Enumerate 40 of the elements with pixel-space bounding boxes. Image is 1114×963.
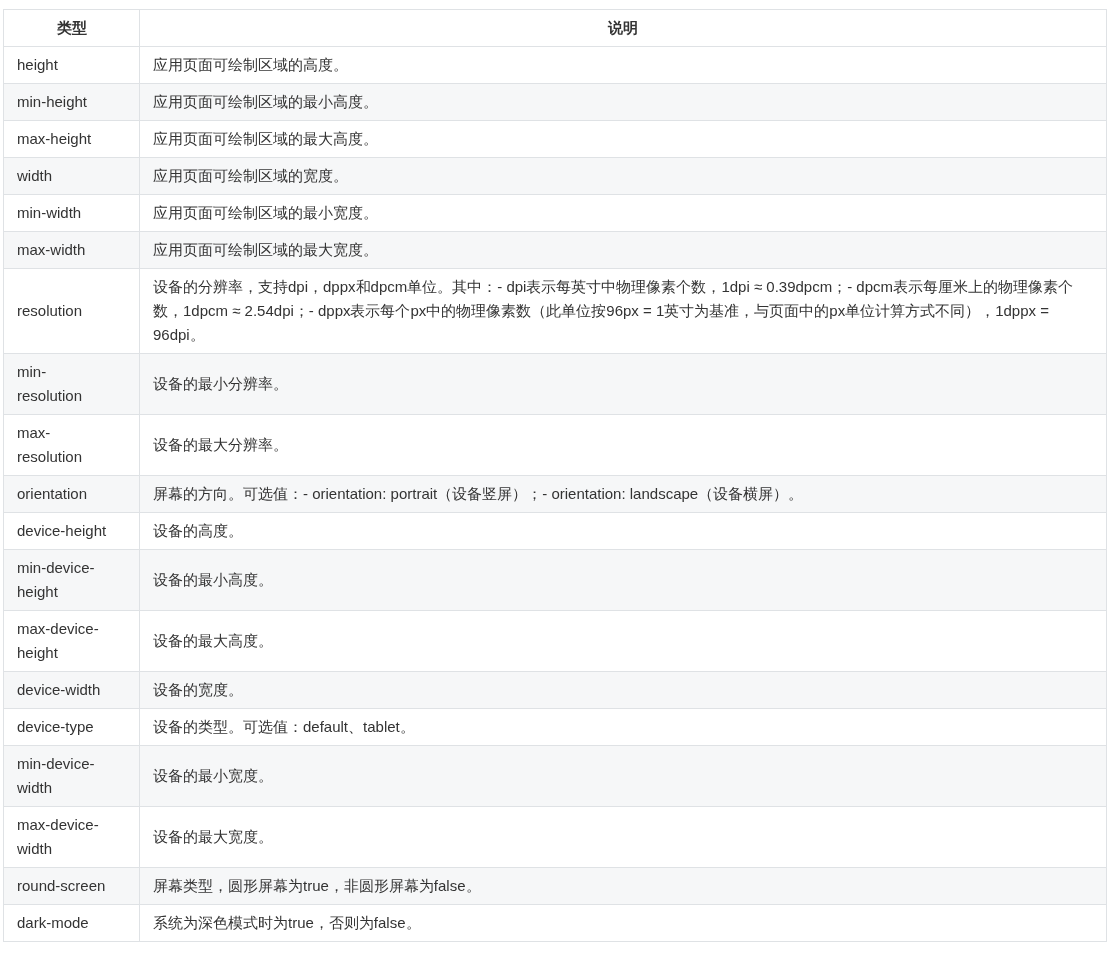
type-cell: height	[3, 46, 140, 84]
description-cell: 设备的最大分辨率。	[139, 414, 1107, 476]
description-cell: 屏幕类型，圆形屏幕为true，非圆形屏幕为false。	[139, 867, 1107, 905]
type-cell: orientation	[3, 475, 140, 513]
description-cell: 应用页面可绘制区域的高度。	[139, 46, 1107, 84]
type-cell: max-height	[3, 120, 140, 158]
type-cell: min-device-width	[3, 745, 140, 807]
description-cell: 设备的类型。可选值：default、tablet。	[139, 708, 1107, 746]
description-cell: 应用页面可绘制区域的最小宽度。	[139, 194, 1107, 232]
type-cell: min-height	[3, 83, 140, 121]
type-cell: round-screen	[3, 867, 140, 905]
column-header: 类型	[3, 9, 140, 47]
description-cell: 系统为深色模式时为true，否则为false。	[139, 904, 1107, 942]
description-cell: 设备的最大高度。	[139, 610, 1107, 672]
type-cell: min-device-height	[3, 549, 140, 611]
type-cell: resolution	[3, 268, 140, 354]
description-cell: 应用页面可绘制区域的宽度。	[139, 157, 1107, 195]
description-cell: 应用页面可绘制区域的最小高度。	[139, 83, 1107, 121]
description-cell: 设备的分辨率，支持dpi，dppx和dpcm单位。其中：- dpi表示每英寸中物理像素个数，1dpi ≈ 0.39dpcm；- dpcm表示每厘米上的物理像素个数，1dpcm ≈ 2.54dpi；- dppx表示每个px中的物理像素数（此单位按96px = 1英寸为基准，与页面中的px单位计算方式不同），1dppx = 96dpi。	[139, 268, 1107, 354]
type-cell: device-width	[3, 671, 140, 709]
description-cell: 应用页面可绘制区域的最大宽度。	[139, 231, 1107, 269]
type-cell: device-type	[3, 708, 140, 746]
type-cell: min-width	[3, 194, 140, 232]
description-cell: 应用页面可绘制区域的最大高度。	[139, 120, 1107, 158]
type-cell: max-resolution	[3, 414, 140, 476]
type-cell: device-height	[3, 512, 140, 550]
description-cell: 屏幕的方向。可选值：- orientation: portrait（设备竖屏）；- orientation: landscape（设备横屏）。	[139, 475, 1107, 513]
type-cell: dark-mode	[3, 904, 140, 942]
type-cell: max-device-width	[3, 806, 140, 868]
description-cell: 设备的最小宽度。	[139, 745, 1107, 807]
description-cell: 设备的最小高度。	[139, 549, 1107, 611]
description-cell: 设备的宽度。	[139, 671, 1107, 709]
description-cell: 设备的高度。	[139, 512, 1107, 550]
description-cell: 设备的最大宽度。	[139, 806, 1107, 868]
type-cell: min-resolution	[3, 353, 140, 415]
description-cell: 设备的最小分辨率。	[139, 353, 1107, 415]
type-cell: max-device-height	[3, 610, 140, 672]
type-cell: width	[3, 157, 140, 195]
column-header: 说明	[139, 9, 1107, 47]
type-cell: max-width	[3, 231, 140, 269]
